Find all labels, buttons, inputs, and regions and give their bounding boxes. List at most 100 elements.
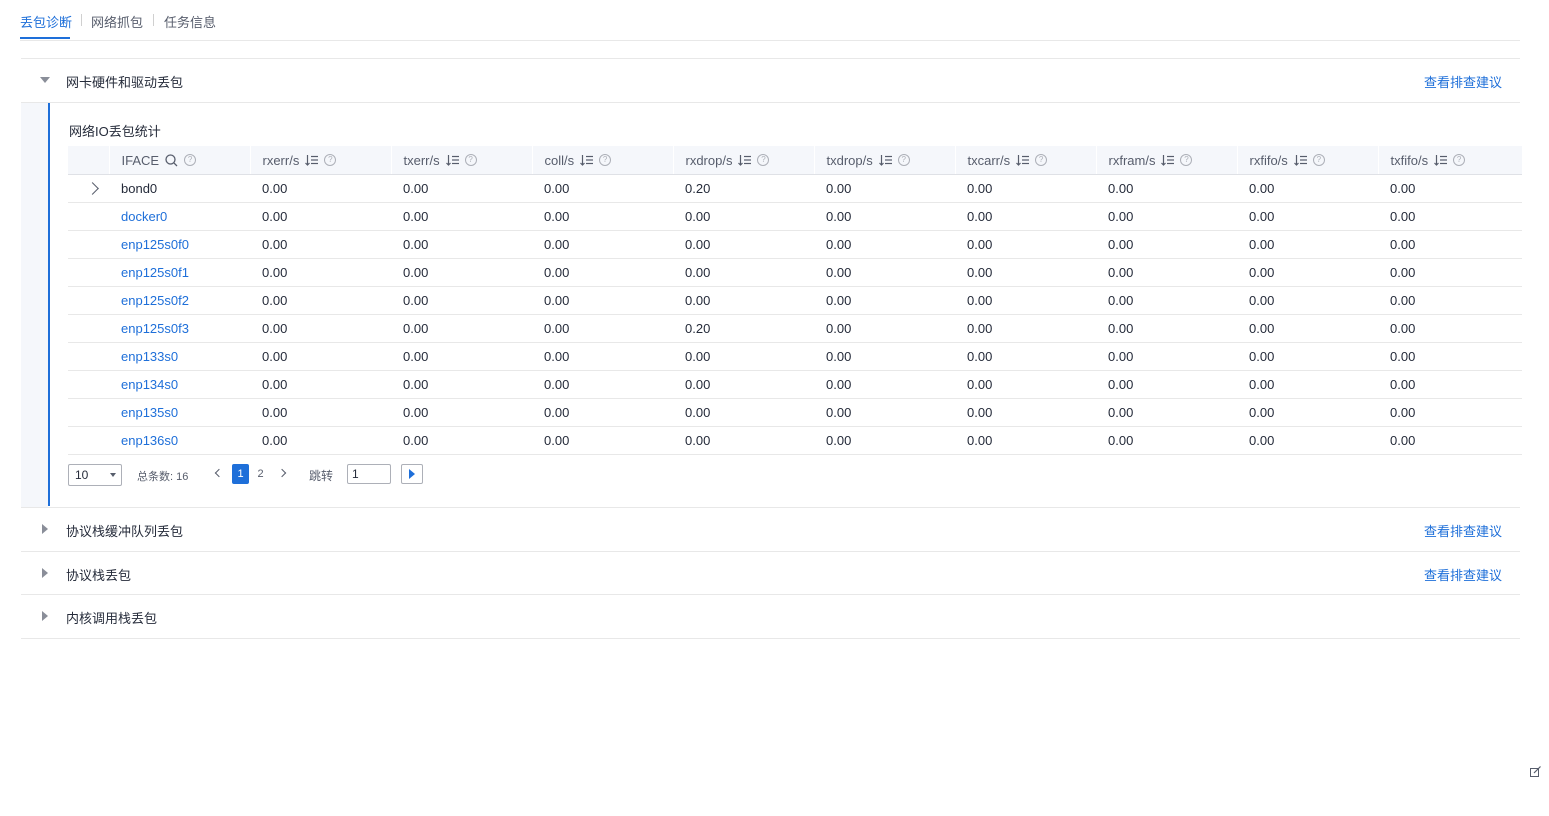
expand-cell[interactable] xyxy=(68,174,109,203)
cell-value: 0.00 xyxy=(1249,349,1275,364)
iface-name[interactable]: enp125s0f1 xyxy=(109,265,189,280)
help-icon[interactable]: ? xyxy=(599,154,612,166)
value-cell-txcarr: 0.00 xyxy=(955,230,1096,259)
cell-value: 0.00 xyxy=(262,405,288,420)
tab-packet-loss-diagnosis[interactable]: 丢包诊断 xyxy=(20,12,72,31)
column-label: IFACE xyxy=(121,152,160,168)
iface-name[interactable]: docker0 xyxy=(109,209,167,224)
iface-name[interactable]: enp125s0f2 xyxy=(109,293,189,308)
page-button-1[interactable]: 1 xyxy=(232,464,249,484)
cell-value: 0.00 xyxy=(826,349,852,364)
chevron-right-icon[interactable] xyxy=(86,182,99,195)
cell-value: 0.00 xyxy=(403,433,429,448)
tab-task-info[interactable]: 任务信息 xyxy=(164,12,216,31)
sort-icon[interactable] xyxy=(1016,154,1030,166)
help-icon[interactable]: ? xyxy=(1453,154,1466,166)
edit-icon[interactable] xyxy=(1530,766,1541,777)
cell-value: 0.00 xyxy=(1390,209,1416,224)
iface-name[interactable]: enp125s0f0 xyxy=(109,237,189,252)
column-label: rxdrop/s xyxy=(685,152,733,168)
cell-value: 0.00 xyxy=(544,237,570,252)
value-cell-rxfifo: 0.00 xyxy=(1237,426,1378,455)
cell-value: 0.00 xyxy=(1390,181,1416,196)
collapse-caret-icon[interactable] xyxy=(40,77,50,83)
help-icon[interactable]: ? xyxy=(1035,154,1048,166)
sort-icon[interactable] xyxy=(1161,154,1175,166)
expand-caret-icon[interactable] xyxy=(42,611,48,621)
expand-cell xyxy=(68,230,109,259)
value-cell-txerr: 0.00 xyxy=(391,286,532,315)
view-advice-link[interactable]: 查看排查建议 xyxy=(1424,521,1502,540)
expand-cell xyxy=(68,286,109,315)
section-header[interactable]: 内核调用栈丢包 xyxy=(21,595,1520,638)
help-icon[interactable]: ? xyxy=(1180,154,1193,166)
table-body: bond0 0.00 0.00 0.00 0.20 0.00 0.00 0.00 0.00 0.0… xyxy=(68,174,1522,455)
section-title: 内核调用栈丢包 xyxy=(66,611,158,626)
section-header[interactable]: 协议栈丢包 查看排查建议 xyxy=(21,552,1520,595)
cell-value: 0.00 xyxy=(262,237,288,252)
value-cell-rxfram: 0.00 xyxy=(1096,342,1237,371)
search-icon[interactable] xyxy=(165,153,178,167)
iface-cell: enp133s0 xyxy=(109,342,250,371)
cell-value: 0.00 xyxy=(685,405,711,420)
cell-value: 0.00 xyxy=(967,349,993,364)
iface-name[interactable]: enp133s0 xyxy=(109,349,178,364)
view-advice-link[interactable]: 查看排查建议 xyxy=(1424,72,1502,91)
cell-value: 0.00 xyxy=(262,433,288,448)
jump-page-input[interactable]: 1 xyxy=(347,464,391,484)
cell-value: 0.00 xyxy=(1108,321,1134,336)
sort-icon[interactable] xyxy=(580,154,594,166)
iface-name[interactable]: enp125s0f3 xyxy=(109,321,189,336)
value-cell-coll: 0.00 xyxy=(532,258,673,287)
iface-cell: enp136s0 xyxy=(109,426,250,455)
help-icon[interactable]: ? xyxy=(464,154,477,166)
value-cell-rxerr: 0.00 xyxy=(250,314,391,343)
help-icon[interactable]: ? xyxy=(897,154,910,166)
value-cell-coll: 0.00 xyxy=(532,426,673,455)
value-cell-txcarr: 0.00 xyxy=(955,342,1096,371)
cell-value: 0.00 xyxy=(403,377,429,392)
jump-go-button[interactable] xyxy=(401,464,423,484)
next-page-icon[interactable] xyxy=(277,468,287,478)
iface-name[interactable]: enp136s0 xyxy=(109,433,178,448)
iface-name[interactable]: enp135s0 xyxy=(109,405,178,420)
cell-value: 0.00 xyxy=(1249,377,1275,392)
value-cell-txfifo: 0.00 xyxy=(1378,426,1522,455)
cell-value: 0.00 xyxy=(967,433,993,448)
value-cell-txdrop: 0.00 xyxy=(814,314,955,343)
expand-caret-icon[interactable] xyxy=(42,524,48,534)
sort-icon[interactable] xyxy=(305,154,319,166)
cell-value: 0.00 xyxy=(262,181,288,196)
section-body: 网络IO丢包统计 IFACE ? rxerr/s? txerr/s ? coll… xyxy=(48,103,1522,506)
value-cell-rxfifo: 0.00 xyxy=(1237,286,1378,315)
prev-page-icon[interactable] xyxy=(214,468,224,478)
sort-icon[interactable] xyxy=(878,154,892,166)
expand-caret-icon[interactable] xyxy=(42,568,48,578)
iface-name[interactable]: enp134s0 xyxy=(109,377,178,392)
help-icon[interactable]: ? xyxy=(184,154,197,166)
section-header[interactable]: 网卡硬件和驱动丢包 查看排查建议 xyxy=(21,59,1520,102)
sort-icon[interactable] xyxy=(1293,154,1307,166)
sort-icon[interactable] xyxy=(445,154,459,166)
cell-value: 0.00 xyxy=(403,181,429,196)
iface-cell: enp125s0f1 xyxy=(109,258,250,287)
cell-value: 0.00 xyxy=(967,377,993,392)
help-icon[interactable]: ? xyxy=(757,154,770,166)
page-button-2[interactable]: 2 xyxy=(252,464,269,484)
page-size-select[interactable]: 10 xyxy=(68,464,122,486)
view-advice-link[interactable]: 查看排查建议 xyxy=(1424,565,1502,584)
tab-packet-capture[interactable]: 网络抓包 xyxy=(91,12,143,31)
cell-value: 0.00 xyxy=(1249,237,1275,252)
sort-icon[interactable] xyxy=(738,154,752,166)
value-cell-txdrop: 0.00 xyxy=(814,370,955,399)
sort-icon[interactable] xyxy=(1434,154,1448,166)
iface-cell: enp134s0 xyxy=(109,370,250,399)
value-cell-rxdrop: 0.20 xyxy=(673,314,814,343)
help-icon[interactable]: ? xyxy=(1312,154,1325,166)
cell-value: 0.00 xyxy=(826,433,852,448)
expand-cell xyxy=(68,398,109,427)
value-cell-rxerr: 0.00 xyxy=(250,342,391,371)
help-icon[interactable]: ? xyxy=(324,154,337,166)
section-header[interactable]: 协议栈缓冲队列丢包 查看排查建议 xyxy=(21,508,1520,551)
value-cell-txdrop: 0.00 xyxy=(814,398,955,427)
